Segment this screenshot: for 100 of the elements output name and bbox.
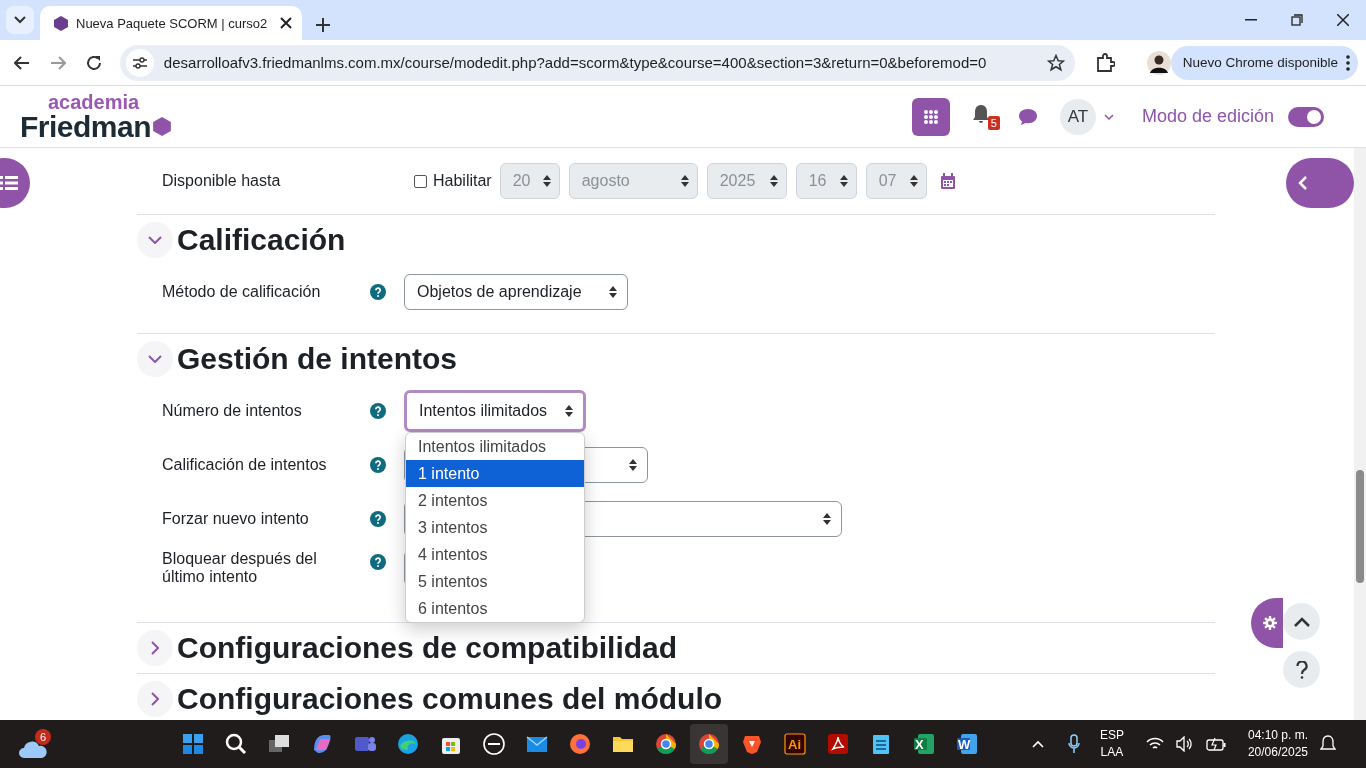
chevron-left-icon	[1298, 176, 1308, 190]
chevron-down-icon[interactable]	[1103, 113, 1114, 120]
help-icon[interactable]	[370, 457, 386, 473]
checkbox-label: Habilitar	[433, 172, 492, 190]
minimize-icon	[1245, 19, 1257, 21]
taskbar-app[interactable]: X	[905, 724, 943, 764]
volume-icon[interactable]	[1175, 736, 1194, 752]
grid-icon	[922, 108, 939, 125]
microphone-icon[interactable]	[1067, 734, 1080, 754]
apps-grid-button[interactable]	[911, 97, 950, 136]
browser-tab[interactable]: Nueva Paquete SCORM | curso2	[40, 6, 302, 40]
profile-avatar[interactable]	[1146, 50, 1171, 75]
sort-caret-icon	[542, 175, 551, 187]
drawer-toggle-button[interactable]	[1286, 158, 1354, 208]
section-title: Calificación	[177, 223, 346, 257]
dropdown-option[interactable]: 3 intentos	[406, 514, 584, 541]
sort-caret-icon	[565, 405, 573, 417]
help-icon[interactable]	[370, 284, 386, 300]
hexagon-icon	[54, 15, 68, 31]
taskbar-app[interactable]	[690, 724, 728, 764]
select-field[interactable]: Intentos ilimitados	[404, 390, 586, 432]
taskbar-app[interactable]: Ai	[776, 724, 814, 764]
chat-bubble-icon	[1017, 107, 1038, 126]
user-avatar[interactable]: AT	[1059, 98, 1096, 135]
chevron-right-icon	[151, 641, 159, 655]
collapse-toggle[interactable]	[137, 341, 173, 377]
extensions-icon[interactable]	[1094, 52, 1115, 73]
collapse-toggle[interactable]	[137, 222, 173, 258]
field-label: Número de intentos	[162, 402, 303, 420]
dropdown-option[interactable]: Intentos ilimitados	[406, 433, 584, 460]
dropdown-option[interactable]: 4 intentos	[406, 541, 584, 568]
chevron-up-icon	[1293, 616, 1310, 627]
app-icon	[482, 732, 506, 756]
site-settings-icon[interactable]	[125, 48, 154, 77]
taskbar-app[interactable]: W	[948, 724, 986, 764]
help-icon[interactable]	[370, 511, 386, 527]
select-field[interactable]: Objetos de aprendizaje	[404, 274, 628, 310]
wifi-icon[interactable]	[1145, 737, 1164, 751]
clock-date[interactable]: 20/06/2025	[1247, 744, 1308, 761]
app-icon	[654, 732, 678, 756]
keyboard-layout[interactable]: LAA	[1100, 744, 1124, 761]
app-icon	[568, 732, 592, 756]
chevron-down-icon	[148, 355, 162, 363]
forward-arrow-icon	[49, 55, 66, 70]
address-bar[interactable]: desarrolloafv3.friedmanlms.com.mx/course/modedit.php?add=scorm&type&course=400&section=3&return=0&beforemod=0	[119, 44, 1075, 81]
app-icon	[783, 732, 807, 756]
app-icon	[955, 732, 979, 756]
battery-icon[interactable]	[1205, 737, 1226, 751]
close-icon[interactable]	[280, 17, 292, 29]
app-icon	[181, 732, 205, 756]
more-icon	[1346, 54, 1350, 71]
chevron-up-icon[interactable]	[1031, 740, 1044, 748]
chevron-down-icon	[14, 16, 26, 24]
bookmark-star-icon[interactable]	[1046, 53, 1065, 72]
sort-caret-icon	[769, 175, 778, 187]
reload-icon	[85, 54, 102, 71]
settings-button[interactable]	[1251, 598, 1283, 648]
dropdown-option[interactable]: 1 intento	[406, 460, 584, 487]
bell-icon	[971, 103, 990, 124]
cloud-icon	[18, 739, 48, 759]
calendar-icon[interactable]	[939, 172, 956, 190]
close-icon	[1337, 14, 1349, 26]
field-label: Calificación de intentos	[162, 456, 328, 474]
app-icon	[912, 732, 936, 756]
section-title: Configuraciones de compatibilidad	[177, 631, 678, 665]
checkbox[interactable]	[414, 174, 427, 188]
app-icon	[697, 732, 721, 756]
new-tab-button[interactable]	[316, 18, 330, 32]
help-icon[interactable]	[370, 403, 386, 419]
edit-mode-label: Modo de edición	[1141, 106, 1274, 127]
notification-bell-icon[interactable]	[1320, 735, 1336, 753]
collapse-toggle[interactable]	[137, 681, 173, 717]
help-button[interactable]	[1283, 651, 1320, 688]
dropdown-option[interactable]: 5 intentos	[406, 568, 584, 595]
dropdown-option[interactable]: 6 intentos	[406, 595, 584, 622]
field-label: Disponible hasta	[162, 172, 282, 190]
tab-search-button[interactable]	[6, 6, 34, 34]
question-mark-icon	[1295, 660, 1308, 679]
collapse-toggle[interactable]	[137, 630, 173, 666]
restore-icon	[1291, 14, 1303, 26]
sort-caret-icon	[680, 175, 689, 187]
dropdown-option[interactable]: 2 intentos	[406, 487, 584, 514]
messages-button[interactable]	[1017, 107, 1038, 126]
app-icon	[396, 732, 420, 756]
scroll-top-button[interactable]	[1283, 603, 1320, 640]
language-indicator[interactable]: ESP	[1099, 727, 1124, 744]
weather-widget[interactable]: 6	[18, 729, 52, 759]
app-icon	[826, 732, 850, 756]
chevron-right-icon	[151, 692, 159, 706]
clock-time[interactable]: 04:10 p. m.	[1247, 727, 1308, 744]
scrollbar[interactable]	[1354, 148, 1366, 720]
hexagon-icon	[153, 117, 172, 136]
update-chrome-button[interactable]: Nuevo Chrome disponible	[1170, 45, 1358, 80]
section-title: Gestión de intentos	[177, 342, 458, 376]
edit-mode-toggle[interactable]	[1288, 106, 1324, 127]
notifications-button[interactable]: 5	[971, 103, 1000, 130]
search-icon	[224, 732, 248, 756]
help-icon[interactable]	[370, 554, 386, 570]
section-title: Configuraciones comunes del módulo	[177, 682, 723, 716]
logo-text: academia	[48, 91, 141, 112]
